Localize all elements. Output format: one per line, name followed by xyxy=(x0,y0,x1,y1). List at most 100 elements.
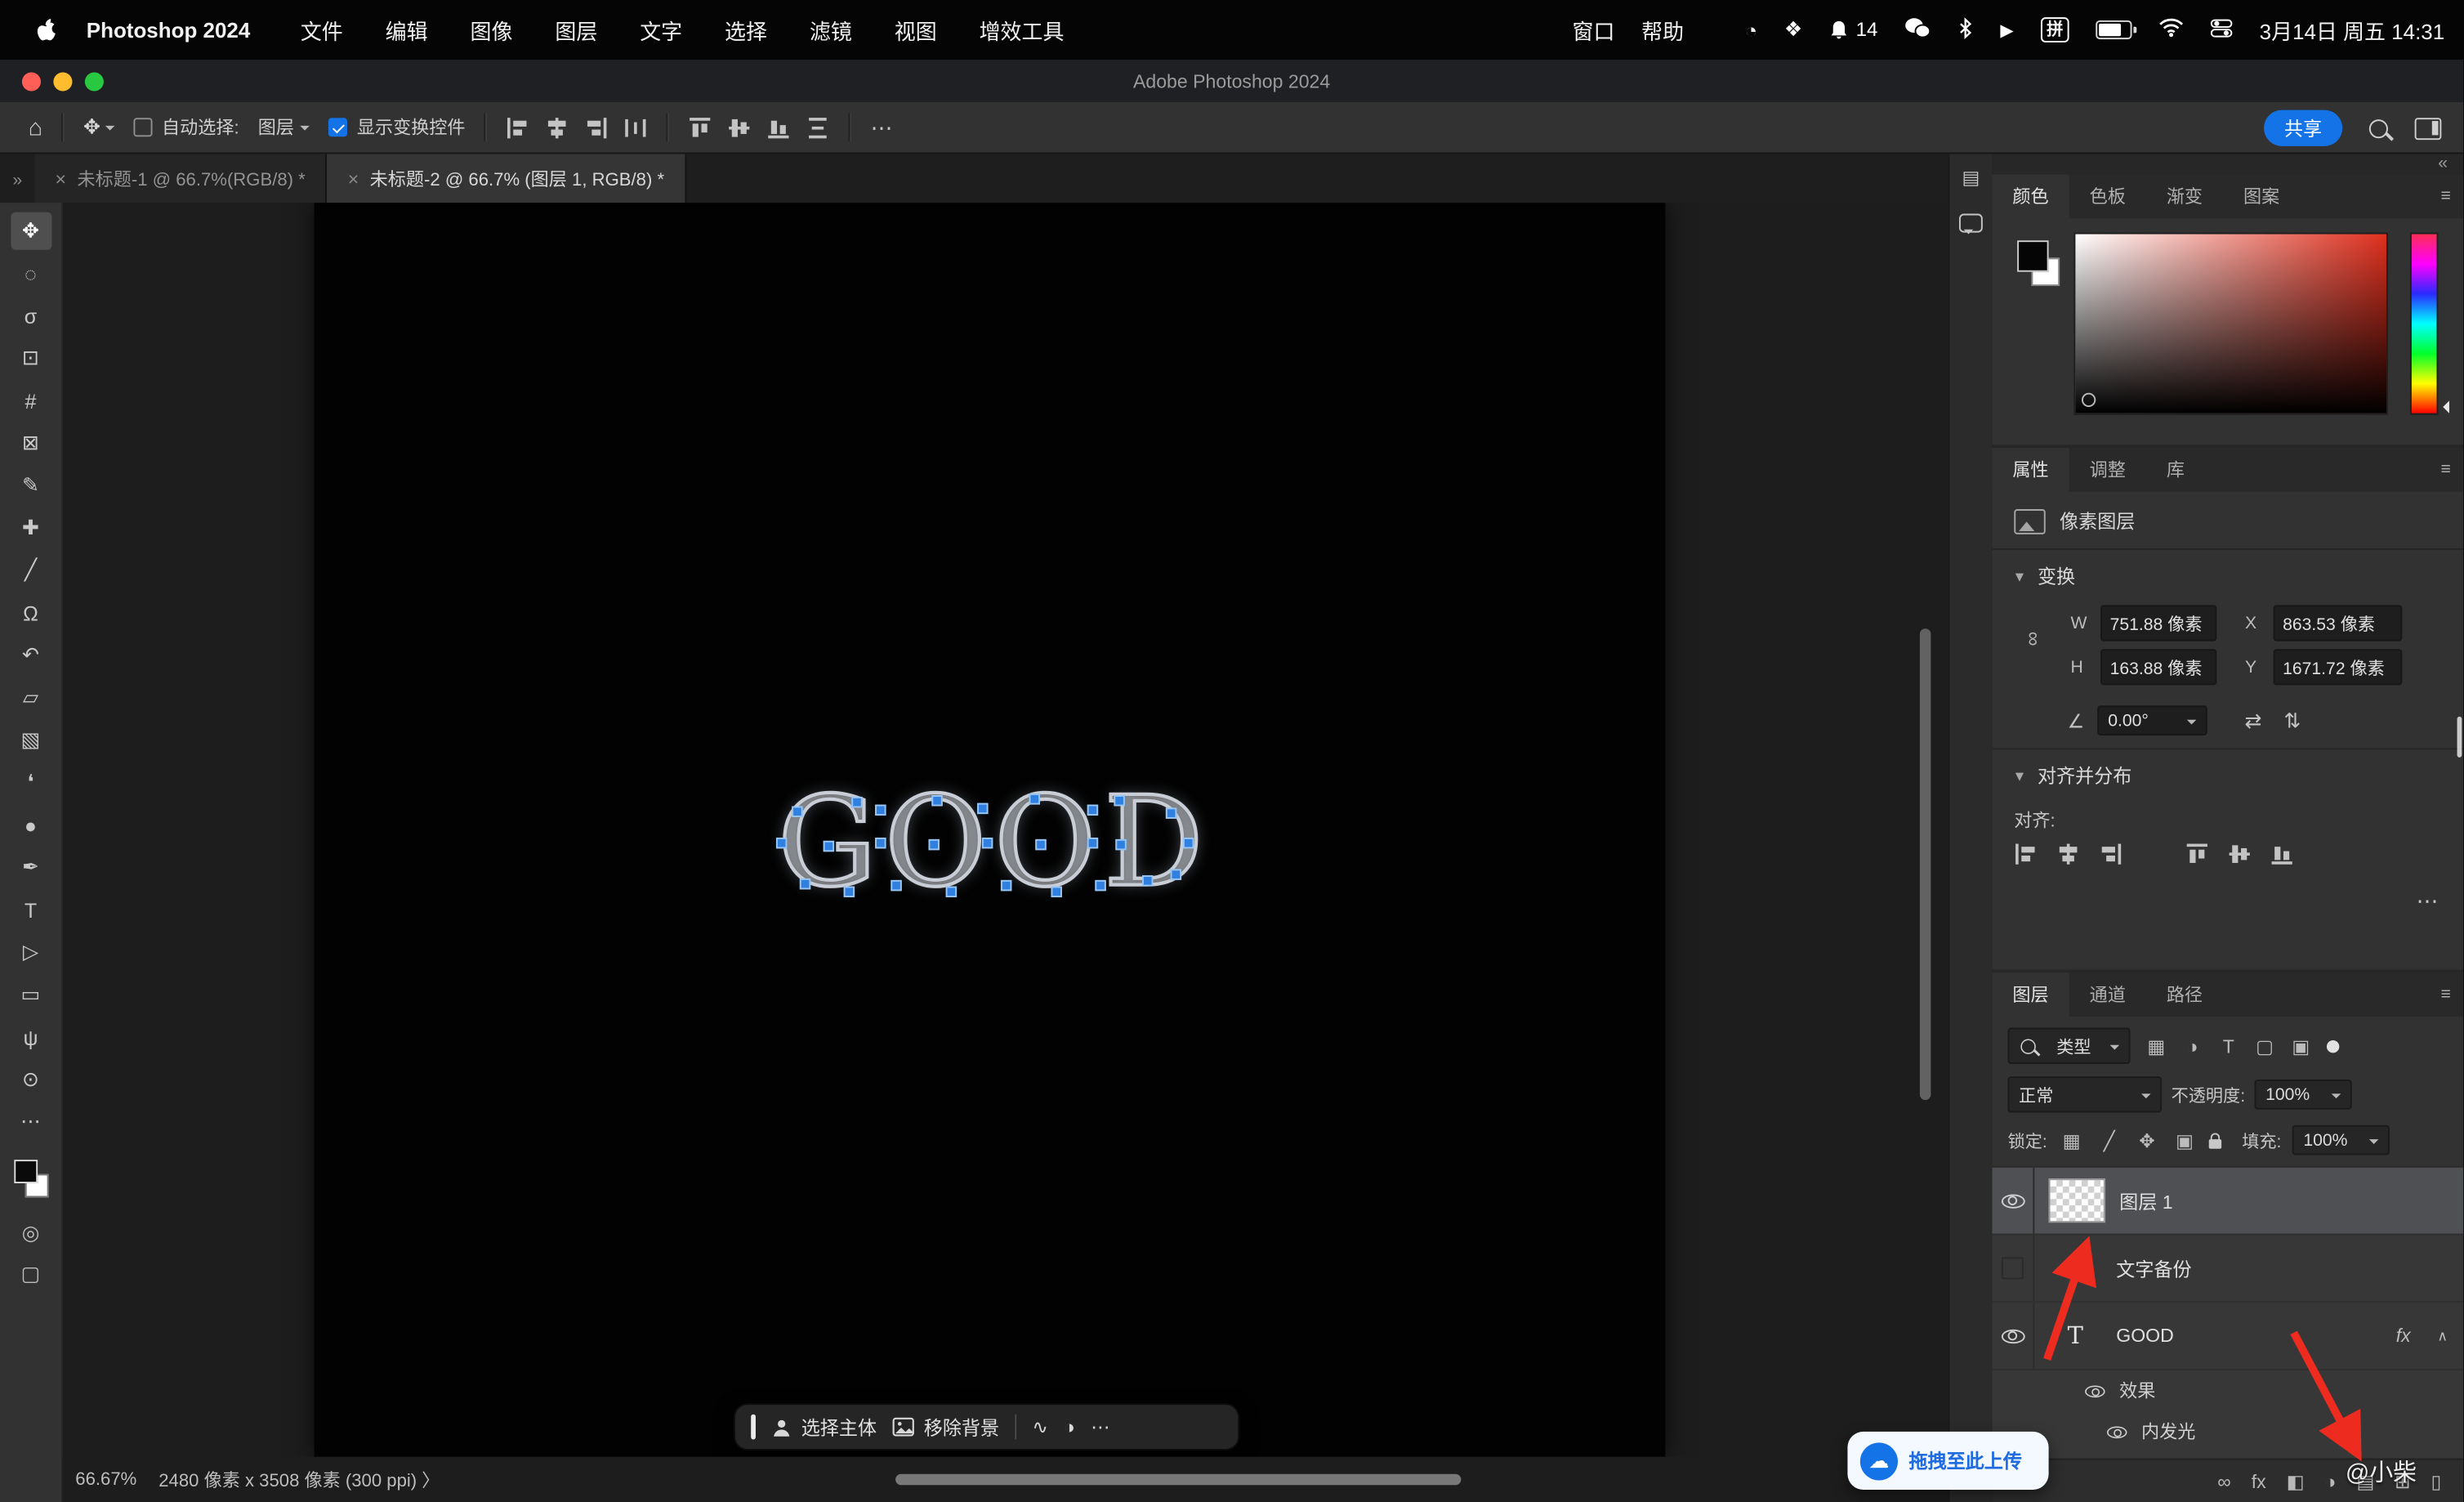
color-tab-3[interactable]: 图案 xyxy=(2223,174,2300,218)
color-swatch-control[interactable] xyxy=(2017,240,2064,291)
layer-style-badge[interactable]: fx xyxy=(2396,1325,2411,1347)
transform-handle[interactable] xyxy=(1087,805,1098,816)
effect-visibility-icon[interactable] xyxy=(2085,1384,2105,1397)
layer-filter-type-dropdown[interactable]: 类型 xyxy=(2008,1028,2131,1064)
brush-tool[interactable]: ╱ xyxy=(10,552,51,589)
canvas-artwork-text[interactable]: GOOD xyxy=(778,781,1212,905)
distribute-vertical-icon[interactable] xyxy=(806,115,830,139)
adjustment-layer-icon[interactable]: ◑ xyxy=(2325,1470,2337,1492)
y-field[interactable]: 1671.72 像素 xyxy=(2274,649,2403,685)
opacity-dropdown[interactable]: 100% xyxy=(2255,1080,2352,1110)
align-center-horizontal-icon[interactable] xyxy=(2056,843,2080,866)
panel-menu-icon[interactable]: ≡ xyxy=(2441,187,2451,206)
properties-tab-2[interactable]: 库 xyxy=(2146,448,2205,492)
menu-6[interactable]: 滤镜 xyxy=(810,14,852,45)
saturation-brightness-field[interactable] xyxy=(2073,233,2388,415)
transform-handle[interactable] xyxy=(875,805,886,816)
align-center-vertical-icon[interactable] xyxy=(2228,843,2252,866)
transform-handle[interactable] xyxy=(1142,875,1153,886)
crop-tool[interactable]: # xyxy=(10,382,51,419)
current-tool-icon[interactable]: ✥ xyxy=(83,114,114,140)
align-more-icon[interactable]: ⋯ xyxy=(1992,875,2463,914)
lock-all-icon[interactable] xyxy=(2209,1138,2221,1148)
align-left-icon[interactable] xyxy=(2014,843,2038,866)
more-options-icon[interactable]: ⋯ xyxy=(871,114,895,141)
menu-7[interactable]: 视图 xyxy=(895,14,937,45)
properties-tab-0[interactable]: 属性 xyxy=(1992,448,2069,492)
search-icon[interactable] xyxy=(2369,118,2388,137)
share-button[interactable]: 共享 xyxy=(2264,110,2342,146)
align-bottom-icon[interactable] xyxy=(2270,843,2294,866)
clone-stamp-tool[interactable]: Ω xyxy=(10,594,51,632)
transform-handle[interactable] xyxy=(851,797,862,807)
focus-mode-icon[interactable]: ◔ xyxy=(1745,18,1757,42)
filter-switch-icon[interactable] xyxy=(2327,1039,2339,1052)
align-top-icon[interactable] xyxy=(2185,843,2209,866)
collapse-effects-icon[interactable]: ∧ xyxy=(2425,1327,2463,1344)
healing-brush-tool[interactable]: ✚ xyxy=(10,509,51,547)
transform-handle[interactable] xyxy=(1115,839,1126,850)
transform-section-header[interactable]: ▼ 变换 xyxy=(1992,550,2463,601)
menu-3[interactable]: 图层 xyxy=(555,14,597,45)
document-tab-untitled-2[interactable]: × 未标题-2 @ 66.7% (图层 1, RGB/8) * xyxy=(328,154,686,203)
align-right-icon[interactable] xyxy=(585,115,609,139)
menu-2[interactable]: 图像 xyxy=(471,14,513,45)
width-field[interactable]: 751.88 像素 xyxy=(2100,605,2216,641)
height-field[interactable]: 163.88 像素 xyxy=(2100,649,2216,685)
transform-handle[interactable] xyxy=(1095,880,1105,891)
path-selection-tool[interactable]: ▷ xyxy=(10,933,51,971)
transform-handle[interactable] xyxy=(1171,869,1181,879)
color-tab-0[interactable]: 颜色 xyxy=(1992,174,2069,218)
object-selection-tool[interactable]: ⊡ xyxy=(10,339,51,377)
transform-handle[interactable] xyxy=(875,838,886,848)
auto-select-target-dropdown[interactable]: 图层 xyxy=(258,114,310,140)
horizontal-scrollbar[interactable] xyxy=(895,1474,1461,1485)
transform-handle[interactable] xyxy=(776,838,787,848)
wifi-icon[interactable] xyxy=(2159,17,2185,42)
lasso-tool[interactable]: σ xyxy=(10,297,51,334)
home-icon[interactable]: ⌂ xyxy=(29,114,42,141)
layer-thumbnail[interactable] xyxy=(2049,1178,2105,1223)
hue-slider-marker[interactable] xyxy=(2437,400,2449,413)
distribute-horizontal-icon[interactable] xyxy=(624,115,648,139)
effects-row[interactable]: 效果 xyxy=(1992,1370,2463,1411)
effect-visibility-icon[interactable] xyxy=(2107,1425,2127,1437)
libraries-panel-icon[interactable]: ▤ xyxy=(1962,167,1980,189)
color-tab-2[interactable]: 渐变 xyxy=(2146,174,2223,218)
control-center-icon[interactable] xyxy=(2211,18,2233,42)
collapse-panels-icon[interactable]: « xyxy=(2438,154,2448,174)
lock-transparency-icon[interactable]: ▦ xyxy=(2058,1129,2085,1151)
layers-tab-1[interactable]: 通道 xyxy=(2069,972,2146,1017)
document-info[interactable]: 2480 像素 x 3508 像素 (300 ppi) 〉 xyxy=(158,1467,440,1492)
apple-menu-icon[interactable] xyxy=(34,16,58,43)
transform-handle[interactable] xyxy=(792,806,802,816)
transform-handle[interactable] xyxy=(824,841,834,852)
checkbox-unchecked-icon[interactable] xyxy=(133,118,152,136)
panel-menu-icon[interactable]: ≡ xyxy=(2441,460,2451,479)
minimize-window-button[interactable] xyxy=(53,72,72,91)
layer-style-icon[interactable]: fx xyxy=(2252,1470,2266,1492)
link-layers-icon[interactable]: ∞ xyxy=(2217,1470,2230,1492)
color-cursor[interactable] xyxy=(2082,393,2096,407)
fill-dropdown[interactable]: 100% xyxy=(2292,1125,2390,1156)
vertical-scrollbar[interactable] xyxy=(1920,628,1931,1100)
taskbar-drag-handle[interactable] xyxy=(751,1415,756,1440)
lock-position-icon[interactable]: ✥ xyxy=(2134,1129,2161,1151)
remove-background-button[interactable]: 移除背景 xyxy=(892,1414,999,1441)
transform-handle[interactable] xyxy=(1029,793,1040,804)
taskbar-more-icon[interactable]: ⋯ xyxy=(1091,1416,1109,1438)
eyedropper-tool[interactable]: ✎ xyxy=(10,467,51,504)
adjust-icon[interactable]: ◑ xyxy=(1064,1416,1075,1438)
zoom-level[interactable]: 66.67% xyxy=(75,1470,136,1489)
move-tool[interactable]: ✥ xyxy=(10,212,51,250)
menu-8[interactable]: 增效工具 xyxy=(980,14,1065,45)
edit-toolbar-icon[interactable]: ⋯ xyxy=(10,1103,51,1141)
screen-mode-icon[interactable]: ▢ xyxy=(21,1262,41,1287)
notification-bell-icon[interactable]: 14 xyxy=(1829,19,1877,41)
transform-selection[interactable]: GOOD xyxy=(781,793,1199,901)
transform-handle[interactable] xyxy=(1001,880,1011,891)
gradient-tool[interactable]: ▧ xyxy=(10,722,51,759)
layers-tab-0[interactable]: 图层 xyxy=(1992,972,2069,1017)
battery-icon[interactable] xyxy=(2096,20,2132,39)
align-right-icon[interactable] xyxy=(2099,843,2123,866)
